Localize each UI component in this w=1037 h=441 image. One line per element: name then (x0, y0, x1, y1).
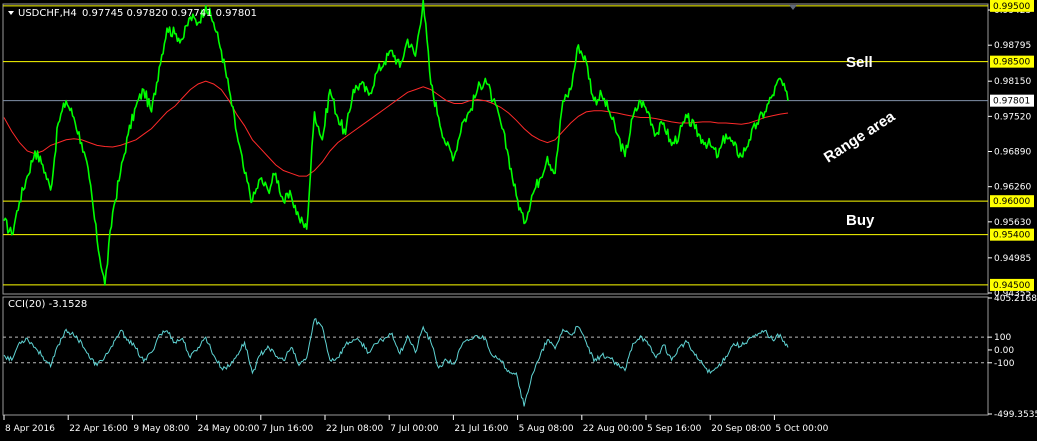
cci-tick-label-4: -499.3535 (994, 410, 1037, 420)
chart-background (0, 0, 1037, 441)
time-tick-label-6: 7 Jul 00:00 (390, 424, 439, 434)
time-tick-label-0: 8 Apr 2016 (5, 424, 55, 434)
price-tick-label-7: 0.94985 (994, 254, 1031, 264)
symbol-title: USDCHF,H4 (18, 8, 77, 19)
time-tick-label-1: 22 Apr 16:00 (69, 424, 128, 434)
price-tick-label-3: 0.97520 (994, 112, 1031, 122)
price-tick-label-1: 0.98795 (994, 41, 1031, 51)
cci-tick-label-0: 405.2168 (994, 294, 1037, 304)
time-tick-label-3: 24 May 00:00 (198, 424, 260, 434)
price-axis-ticks: 0.994250.987950.981500.975200.968900.962… (988, 6, 1031, 299)
cci-tick-label-2: 0.00 (994, 346, 1014, 356)
level-tag-label-4: 0.94500 (993, 281, 1030, 291)
price-tick-label-2: 0.98150 (994, 77, 1031, 87)
cci-title: CCI(20) -3.1528 (8, 299, 87, 310)
cci-tick-label-1: 100 (994, 333, 1011, 343)
time-tick-label-2: 9 May 08:00 (133, 424, 189, 434)
price-tick-label-4: 0.96890 (994, 148, 1031, 158)
time-tick-label-5: 22 Jun 08:00 (326, 424, 383, 434)
current-price-tag: 0.97801 (990, 94, 1034, 107)
level-tag-label-2: 0.96000 (993, 197, 1030, 207)
level-tag-label-1: 0.98500 (993, 58, 1030, 68)
time-tick-label-9: 22 Aug 00:00 (583, 424, 644, 434)
time-tick-label-12: 5 Oct 00:00 (775, 424, 828, 434)
ohlc-readout: 0.97745 0.97820 0.97741 0.97801 (82, 8, 257, 19)
time-tick-label-10: 5 Sep 16:00 (647, 424, 702, 434)
sell-annotation: Sell (846, 54, 873, 71)
level-tag-label-0: 0.99500 (993, 2, 1030, 12)
price-tick-label-5: 0.96260 (994, 183, 1031, 193)
cci-tick-label-3: -100 (994, 359, 1015, 369)
price-tick-label-6: 0.95630 (994, 218, 1031, 228)
buy-annotation: Buy (846, 212, 875, 229)
level-tag-label-3: 0.95400 (993, 231, 1030, 241)
current-price-tag-label: 0.97801 (993, 97, 1030, 107)
time-tick-label-4: 7 Jun 16:00 (262, 424, 314, 434)
time-tick-label-7: 21 Jul 16:00 (454, 424, 508, 434)
time-tick-label-8: 5 Aug 08:00 (519, 424, 574, 434)
time-tick-label-11: 20 Sep 08:00 (711, 424, 771, 434)
trading-chart[interactable]: 0.994250.987950.981500.975200.968900.962… (0, 0, 1037, 441)
